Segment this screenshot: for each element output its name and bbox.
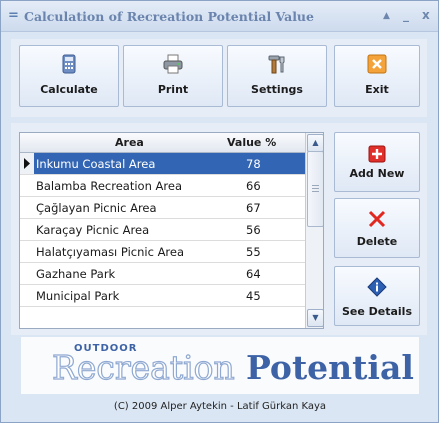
collapse-icon[interactable]: ▲ <box>383 11 390 21</box>
window-menu-icon[interactable]: = <box>8 8 19 23</box>
scroll-up-icon[interactable]: ▲ <box>307 134 323 152</box>
value-column-header[interactable]: Value % <box>227 136 276 149</box>
tools-icon <box>268 55 285 74</box>
row-value: 78 <box>246 157 261 171</box>
logo-potential-text: Potential <box>246 348 414 387</box>
row-area: Inkumu Coastal Area <box>36 157 156 171</box>
add-new-button[interactable]: Add New <box>334 132 420 192</box>
table-row[interactable]: Çağlayan Picnic Area 67 <box>20 197 305 219</box>
logo-recreation-text: Recreation <box>51 347 235 387</box>
table-row[interactable]: Gazhane Park 64 <box>20 263 305 285</box>
row-area: Halatçıyaması Picnic Area <box>36 245 185 259</box>
add-icon <box>368 145 386 163</box>
delete-icon <box>368 210 386 228</box>
row-area: Çağlayan Picnic Area <box>36 201 157 215</box>
window-title: Calculation of Recreation Potential Valu… <box>24 9 314 24</box>
recreation-potential-logo: outdoor Recreation Potential <box>21 337 419 394</box>
row-value: 55 <box>246 245 261 259</box>
calculate-button[interactable]: Calculate <box>19 45 119 107</box>
table-row[interactable]: Inkumu Coastal Area 78 <box>20 153 305 175</box>
print-button[interactable]: Print <box>123 45 223 107</box>
table-row[interactable]: Balamba Recreation Area 66 <box>20 175 305 197</box>
close-icon[interactable]: x <box>422 8 430 22</box>
delete-label: Delete <box>356 235 398 248</box>
vertical-scrollbar[interactable]: ▲ ▼ <box>305 133 323 328</box>
row-area: Municipal Park <box>36 289 120 303</box>
info-icon <box>367 277 387 297</box>
copyright-footer: (C) 2009 Alper Aytekin - Latif Gürkan Ka… <box>113 401 327 412</box>
row-value: 64 <box>246 267 261 281</box>
minimize-icon[interactable]: _ <box>403 8 409 22</box>
row-area: Balamba Recreation Area <box>36 179 183 193</box>
print-label: Print <box>157 83 189 96</box>
exit-icon <box>367 54 387 74</box>
scroll-thumb[interactable] <box>307 151 323 227</box>
app-window: = Calculation of Recreation Potential Va… <box>0 0 439 423</box>
printer-icon <box>163 54 183 74</box>
calculate-label: Calculate <box>40 83 98 96</box>
title-bar[interactable]: = Calculation of Recreation Potential Va… <box>1 1 438 32</box>
table-row[interactable]: Karaçay Picnic Area 56 <box>20 219 305 241</box>
row-value: 45 <box>246 289 261 303</box>
scroll-down-icon[interactable]: ▼ <box>307 309 323 327</box>
row-area: Gazhane Park <box>36 267 116 281</box>
calculator-icon <box>62 54 76 74</box>
area-grid[interactable]: Area Value % Inkumu Coastal Area 78 Bala… <box>19 132 324 329</box>
grid-header: Area Value % <box>20 133 305 153</box>
exit-button[interactable]: Exit <box>334 45 420 107</box>
settings-label: Settings <box>251 83 303 96</box>
row-value: 66 <box>246 179 261 193</box>
settings-button[interactable]: Settings <box>227 45 327 107</box>
table-row[interactable]: Halatçıyaması Picnic Area 55 <box>20 241 305 263</box>
table-row[interactable]: Municipal Park 45 <box>20 285 305 307</box>
see-details-label: See Details <box>341 305 413 318</box>
add-new-label: Add New <box>349 167 405 180</box>
see-details-button[interactable]: See Details <box>334 266 420 326</box>
row-pointer-icon <box>20 153 34 174</box>
delete-button[interactable]: Delete <box>334 198 420 258</box>
exit-label: Exit <box>365 83 389 96</box>
row-value: 67 <box>246 201 261 215</box>
row-area: Karaçay Picnic Area <box>36 223 150 237</box>
row-value: 56 <box>246 223 261 237</box>
area-column-header[interactable]: Area <box>115 136 144 149</box>
